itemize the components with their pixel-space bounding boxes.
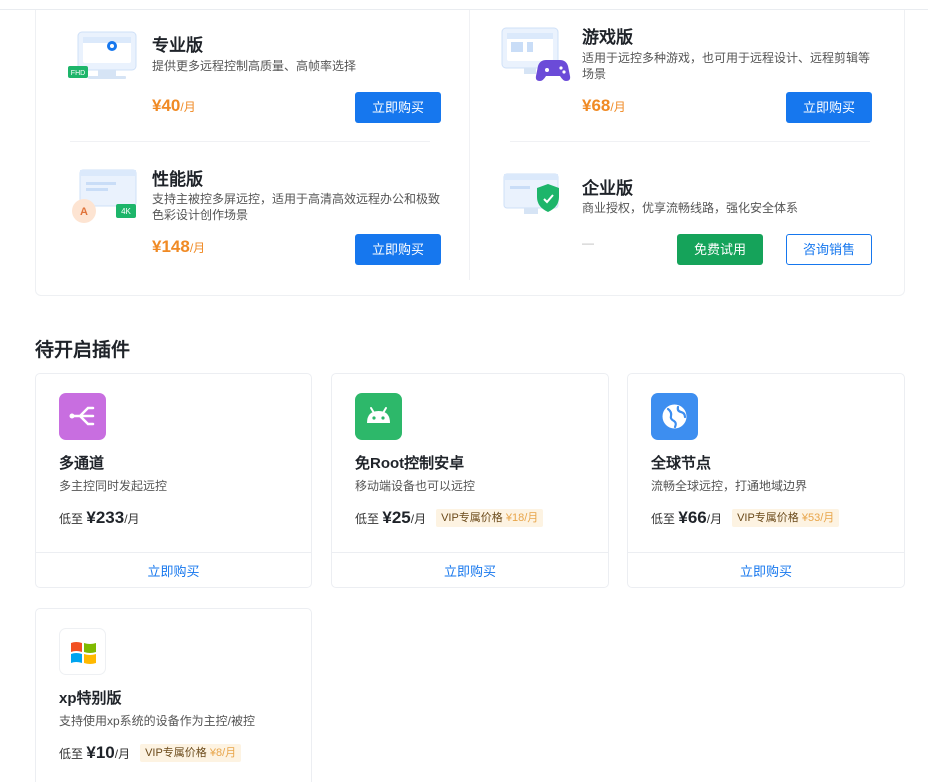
version-desc: 适用于远控多种游戏，也可用于远程设计、远程剪辑等场景 — [582, 51, 871, 81]
card-divider — [332, 552, 608, 553]
plugin-desc: 流畅全球远控，打通地域边界 — [651, 479, 808, 493]
plugin-price: 低至 ¥25/月 VIP专属价格 ¥18/月 — [355, 508, 544, 528]
svg-text:4K: 4K — [121, 207, 131, 216]
android-icon — [355, 393, 402, 440]
plugin-price: 低至 ¥66/月 VIP专属价格 ¥53/月 — [651, 508, 840, 528]
free-trial-button[interactable]: 免费试用 — [677, 234, 763, 265]
plugin-desc: 多主控同时发起远控 — [59, 479, 168, 493]
buy-button-android[interactable]: 立即购买 — [332, 561, 608, 580]
plugin-name: 免Root控制安卓 — [355, 455, 465, 472]
shield-monitor-icon — [503, 173, 559, 214]
plugin-price: 低至 ¥233/月 — [59, 508, 140, 527]
version-title: 专业版 — [152, 36, 203, 55]
versions-row-divider-right — [510, 141, 870, 142]
version-price: ¥148/月 — [152, 237, 206, 256]
svg-text:A: A — [80, 206, 88, 218]
vip-price-badge: VIP专属价格 ¥18/月 — [436, 509, 544, 527]
plugin-desc: 支持使用xp系统的设备作为主控/被控 — [59, 714, 256, 728]
plugin-name: 全球节点 — [651, 455, 712, 472]
versions-row-divider-left — [70, 141, 430, 142]
gamepad-monitor-icon — [501, 27, 571, 81]
plugins-section-title: 待开启插件 — [35, 340, 131, 361]
version-desc: 支持主被控多屏远控，适用于高清高效远程办公和极致色彩设计创作场景 — [152, 192, 441, 222]
card-divider — [628, 552, 904, 553]
monitor-fhd-icon: FHD — [68, 31, 137, 79]
buy-button-perf[interactable]: 立即购买 — [355, 234, 441, 265]
vip-price-badge: VIP专属价格 ¥53/月 — [732, 509, 840, 527]
version-desc: 商业授权，优享流畅线路，强化安全体系 — [582, 201, 799, 215]
versions-vertical-divider — [469, 10, 470, 280]
version-title: 游戏版 — [582, 28, 633, 47]
version-price: — — [582, 236, 594, 250]
version-price: ¥40/月 — [152, 96, 196, 115]
buy-button-multichannel[interactable]: 立即购买 — [36, 561, 311, 580]
version-price: ¥68/月 — [582, 96, 626, 115]
globe-icon — [651, 393, 698, 440]
buy-button-game[interactable]: 立即购买 — [786, 92, 872, 123]
plugin-name: 多通道 — [59, 455, 105, 472]
plugin-card-global: 全球节点 流畅全球远控，打通地域边界 低至 ¥66/月 VIP专属价格 ¥53/月… — [627, 373, 905, 588]
plugin-price: 低至 ¥10/月 VIP专属价格 ¥8/月 — [59, 743, 242, 763]
vip-price-badge: VIP专属价格 ¥8/月 — [140, 744, 242, 762]
version-title: 性能版 — [152, 170, 203, 189]
multiscreen-4k-icon: A 4K — [72, 169, 137, 223]
plugin-card-android: 免Root控制安卓 移动端设备也可以远控 低至 ¥25/月 VIP专属价格 ¥18… — [331, 373, 609, 588]
version-title: 企业版 — [582, 179, 633, 198]
windows-xp-icon — [59, 628, 106, 675]
buy-button-global[interactable]: 立即购买 — [628, 561, 904, 580]
version-desc: 提供更多远程控制高质量、高帧率选择 — [152, 59, 357, 73]
buy-button-pro[interactable]: 立即购买 — [355, 92, 441, 123]
multichannel-icon — [59, 393, 106, 440]
card-divider — [36, 552, 311, 553]
consult-sales-button[interactable]: 咨询销售 — [786, 234, 872, 265]
plugin-name: xp特别版 — [59, 690, 122, 707]
svg-text:FHD: FHD — [71, 70, 85, 77]
plugin-desc: 移动端设备也可以远控 — [355, 479, 476, 493]
plugin-card-multichannel: 多通道 多主控同时发起远控 低至 ¥233/月 立即购买 — [35, 373, 312, 588]
plugin-card-xp: xp特别版 支持使用xp系统的设备作为主控/被控 低至 ¥10/月 VIP专属价格… — [35, 608, 312, 782]
